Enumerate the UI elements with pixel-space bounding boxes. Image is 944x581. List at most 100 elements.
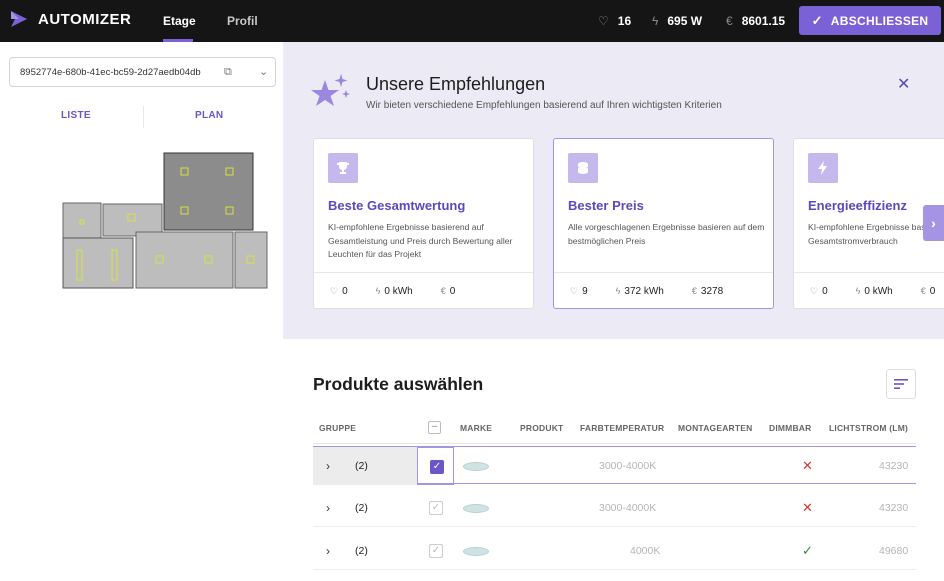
products-title: Produkte auswählen [313, 374, 484, 394]
brand[interactable]: AUTOMIZER [9, 10, 131, 28]
group-count: (2) [355, 460, 368, 472]
color-temperature: 3000-4000K [599, 502, 657, 514]
logo-icon [11, 11, 27, 27]
card-divider [794, 272, 944, 273]
trophy-icon [328, 153, 358, 183]
card-title: Energieeffizienz [808, 198, 907, 213]
copy-icon[interactable]: ⧉ [224, 66, 232, 79]
bulb-icon: ♡ [570, 286, 579, 296]
euro-icon: € [440, 286, 446, 296]
room [135, 231, 234, 289]
card-price: 0 [929, 286, 936, 297]
tab-plan[interactable]: PLAN [195, 110, 223, 121]
card-energy: 0 kWh [384, 286, 413, 297]
table-row[interactable]: › (2) ✓ 3000-4000K ✕ 43230 [313, 489, 916, 527]
stat-power-value: 695 W [667, 14, 703, 28]
stat-lights: ♡ 16 [598, 14, 631, 28]
floor-plan[interactable] [60, 150, 270, 292]
floor-id-select[interactable]: 8952774e-680b-41ec-bc59-2d27aedb04db ⧉ ⌄ [9, 57, 276, 87]
carousel-next-button[interactable]: › [923, 205, 944, 241]
column-header-montagearten[interactable]: MONTAGEARTEN [678, 423, 753, 433]
room [234, 231, 268, 289]
close-icon[interactable]: ✕ [897, 74, 910, 94]
card-divider [554, 272, 773, 273]
room [163, 152, 254, 231]
card-count: 0 [342, 286, 348, 297]
column-header-produkt[interactable]: PRODUKT [520, 423, 563, 433]
select-all-checkbox[interactable]: – [428, 421, 441, 434]
card-title: Beste Gesamtwertung [328, 198, 466, 213]
card-stats: ♡ 9 ϟ 372 kWh €3278 [570, 286, 751, 297]
tab-profil[interactable]: Profil [227, 14, 258, 28]
sparkle-star-icon [311, 74, 350, 106]
card-count: 0 [822, 286, 828, 297]
check-icon: ✓ [811, 12, 823, 28]
room [62, 237, 134, 289]
group-cell: › (2) [313, 489, 417, 527]
finish-button[interactable]: ✓ ABSCHLIESSEN [799, 6, 941, 35]
column-header-marke[interactable]: MARKE [460, 423, 492, 433]
card-energy: 0 kWh [864, 286, 893, 297]
row-checkbox-cell: ✓ [417, 489, 454, 527]
card-energy: 372 kWh [624, 286, 664, 297]
lightning-icon: ϟ [652, 14, 659, 28]
product-thumbnail [463, 504, 489, 513]
recommendation-card-best-price[interactable]: Bester Preis Alle vorgeschlagenen Ergebn… [553, 138, 774, 309]
chevron-right-icon[interactable]: › [326, 544, 330, 558]
top-bar: AUTOMIZER Etage Profil ♡ 16 ϟ 695 W € 86… [0, 0, 944, 42]
view-tab-divider [143, 106, 144, 128]
column-header-farbtemperatur[interactable]: FARBTEMPERATUR [580, 423, 664, 433]
chevron-right-icon[interactable]: › [326, 501, 330, 515]
bulb-icon: ♡ [598, 14, 609, 28]
bulb-icon: ♡ [810, 286, 819, 296]
lightning-icon [808, 153, 838, 183]
card-divider [314, 272, 533, 273]
card-count: 9 [582, 286, 588, 297]
group-count: (2) [355, 502, 368, 514]
chevron-down-icon[interactable]: ⌄ [259, 65, 268, 78]
room [102, 203, 163, 237]
card-stats: ♡ 0 ϟ0 kWh €0 [810, 286, 944, 297]
row-checkbox[interactable]: ✓ [429, 544, 443, 558]
luminous-flux: 43230 [879, 460, 909, 472]
euro-icon: € [920, 286, 926, 296]
euro-icon: € [691, 286, 697, 296]
dimmable-no-icon: ✕ [802, 500, 813, 515]
row-checkbox[interactable]: ✓ [430, 460, 444, 474]
group-cell: › (2) [313, 447, 417, 485]
recommendations-panel: Unsere Empfehlungen Wir bieten verschied… [283, 42, 944, 339]
dimmable-yes-icon: ✓ [802, 543, 813, 558]
column-header-dimmbar[interactable]: DIMMBAR [769, 423, 811, 433]
table-row[interactable]: › (2) ✓ 4000K ✓ 49680 [313, 532, 916, 570]
stat-price-value: 8601.15 [741, 14, 786, 28]
column-header-lichtstrom[interactable]: LICHTSTROM (LM) [829, 423, 908, 433]
table-row[interactable]: › (2) ✓ 3000-4000K ✕ 43230 [313, 446, 916, 485]
column-header-gruppe[interactable]: GRUPPE [319, 423, 356, 433]
group-cell: › (2) [313, 532, 417, 570]
sort-button[interactable] [886, 369, 916, 399]
floor-id-value: 8952774e-680b-41ec-bc59-2d27aedb04db [20, 66, 201, 78]
luminous-flux: 49680 [879, 545, 909, 557]
row-checkbox-cell: ✓ [417, 447, 454, 485]
floor-panel: 8952774e-680b-41ec-bc59-2d27aedb04db ⧉ ⌄… [0, 42, 283, 581]
row-checkbox-cell: ✓ [417, 532, 454, 570]
tab-etage[interactable]: Etage [163, 14, 196, 28]
card-price: 3278 [700, 286, 724, 297]
room [62, 202, 102, 241]
tab-liste[interactable]: LISTE [61, 110, 91, 121]
chevron-right-icon[interactable]: › [326, 459, 330, 473]
stat-lights-value: 16 [617, 14, 632, 28]
sort-icon [894, 379, 908, 389]
group-count: (2) [355, 545, 368, 557]
color-temperature: 3000-4000K [599, 460, 657, 472]
bulb-icon: ♡ [330, 286, 339, 296]
card-description: Alle vorgeschlagenen Ergebnisse basieren… [568, 222, 765, 246]
color-temperature: 4000K [630, 545, 661, 557]
recommendation-card-energy[interactable]: Energieeffizienz KI-empfohlene Ergebniss… [793, 138, 944, 309]
lightning-icon: ϟ [615, 286, 621, 296]
lightning-icon: ϟ [375, 286, 381, 296]
row-checkbox[interactable]: ✓ [429, 501, 443, 515]
recommendations-title: Unsere Empfehlungen [366, 74, 546, 94]
recommendation-card-best-overall[interactable]: Beste Gesamtwertung KI-empfohlene Ergebn… [313, 138, 534, 309]
lightning-icon: ϟ [855, 286, 861, 296]
